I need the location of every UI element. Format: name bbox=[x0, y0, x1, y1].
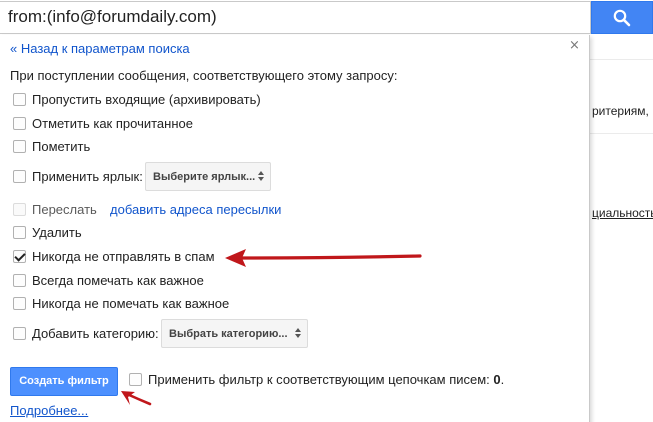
create-filter-button[interactable]: Создать фильтр bbox=[10, 367, 118, 396]
option-forward: Переслать bbox=[13, 199, 97, 219]
mark-read-label: Отметить как прочитанное bbox=[32, 115, 193, 131]
always-important-label: Всегда помечать как важное bbox=[32, 272, 204, 288]
add-forwarding-address-link[interactable]: добавить адреса пересылки bbox=[110, 202, 281, 217]
create-filter-panel: « Назад к параметрам поиска × При поступ… bbox=[0, 35, 590, 422]
never-spam-checkbox[interactable] bbox=[13, 249, 26, 263]
option-delete[interactable]: Удалить bbox=[13, 222, 82, 242]
option-add-category[interactable]: Добавить категорию: bbox=[13, 323, 159, 343]
option-skip-inbox[interactable]: Пропустить входящие (архивировать) bbox=[13, 89, 261, 109]
background-divider bbox=[588, 59, 653, 60]
learn-more-link[interactable]: Подробнее... bbox=[10, 403, 88, 418]
add-category-checkbox[interactable] bbox=[13, 326, 26, 340]
category-select[interactable]: Выбрать категорию... bbox=[161, 319, 308, 348]
search-button[interactable] bbox=[591, 1, 653, 34]
apply-label-checkbox[interactable] bbox=[13, 169, 26, 183]
background-link[interactable]: циальность bbox=[592, 206, 653, 220]
search-icon bbox=[613, 9, 631, 27]
select-arrows-icon bbox=[295, 327, 302, 341]
background-page bbox=[588, 36, 653, 422]
never-spam-label: Никогда не отправлять в спам bbox=[32, 248, 215, 264]
skip-inbox-label: Пропустить входящие (архивировать) bbox=[32, 91, 261, 107]
option-always-important[interactable]: Всегда помечать как важное bbox=[13, 270, 204, 290]
label-select-value: Выберите ярлык... bbox=[153, 171, 256, 183]
option-mark-read[interactable]: Отметить как прочитанное bbox=[13, 113, 193, 133]
star-checkbox[interactable] bbox=[13, 139, 26, 153]
skip-inbox-checkbox[interactable] bbox=[13, 92, 26, 106]
background-text: ритериям, bbox=[592, 104, 649, 118]
filter-intro-text: При поступлении сообщения, соответствующ… bbox=[10, 68, 398, 83]
star-label: Пометить bbox=[32, 138, 91, 154]
apply-existing-label: Применить фильтр к соответствующим цепоч… bbox=[148, 371, 505, 387]
forward-checkbox bbox=[13, 202, 26, 216]
option-never-important[interactable]: Никогда не помечать как важное bbox=[13, 293, 229, 313]
never-important-label: Никогда не помечать как важное bbox=[32, 295, 230, 311]
select-arrows-icon bbox=[258, 170, 265, 184]
category-select-value: Выбрать категорию... bbox=[169, 328, 288, 340]
apply-existing-checkbox[interactable] bbox=[129, 372, 142, 386]
search-bar: from:(info@forumdaily.com) bbox=[0, 0, 653, 36]
background-divider bbox=[588, 133, 653, 134]
delete-label: Удалить bbox=[32, 224, 82, 240]
apply-label-label: Применить ярлык: bbox=[32, 168, 143, 184]
label-select[interactable]: Выберите ярлык... bbox=[145, 162, 271, 191]
close-icon[interactable]: × bbox=[569, 38, 580, 53]
option-apply-existing[interactable]: Применить фильтр к соответствующим цепоч… bbox=[129, 369, 504, 389]
mark-read-checkbox[interactable] bbox=[13, 116, 26, 130]
matching-threads-count: 0 bbox=[493, 371, 501, 387]
option-star[interactable]: Пометить bbox=[13, 136, 90, 156]
always-important-checkbox[interactable] bbox=[13, 273, 26, 287]
option-never-spam[interactable]: Никогда не отправлять в спам bbox=[13, 246, 215, 266]
option-apply-label[interactable]: Применить ярлык: bbox=[13, 166, 143, 186]
never-important-checkbox[interactable] bbox=[13, 296, 26, 310]
delete-checkbox[interactable] bbox=[13, 225, 26, 239]
forward-label: Переслать bbox=[32, 201, 97, 217]
search-input[interactable]: from:(info@forumdaily.com) bbox=[0, 1, 591, 34]
back-to-search-options-link[interactable]: « Назад к параметрам поиска bbox=[10, 41, 190, 56]
add-category-label: Добавить категорию: bbox=[32, 325, 159, 341]
